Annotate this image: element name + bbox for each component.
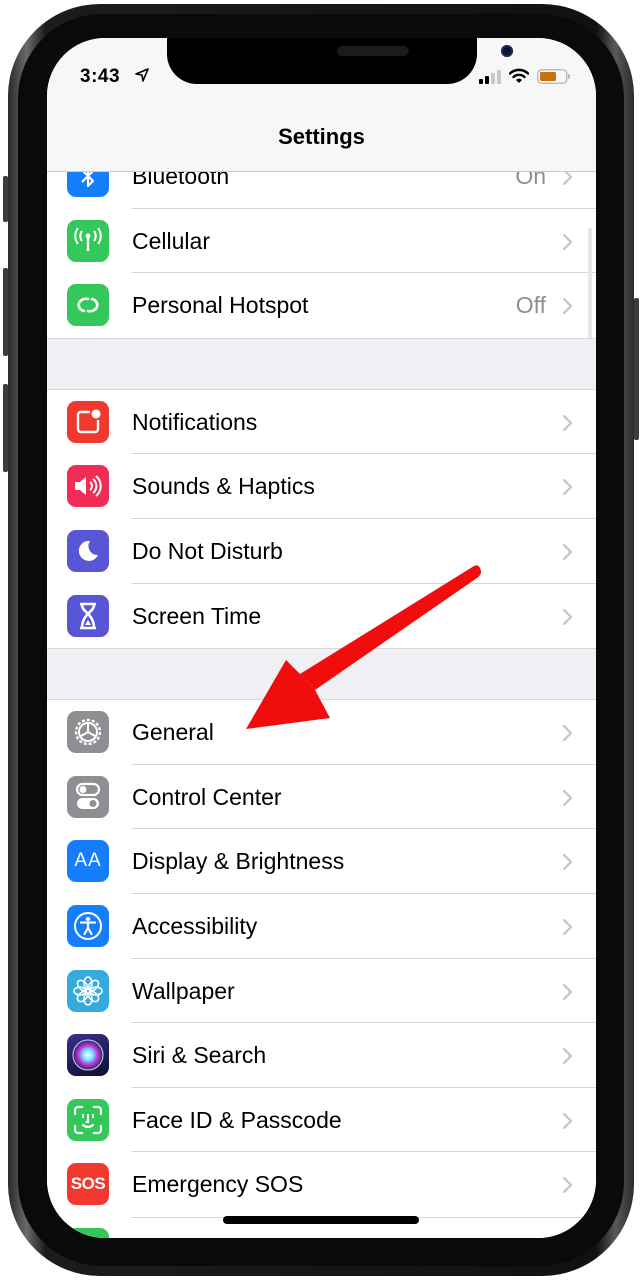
chevron-right-icon bbox=[562, 608, 573, 625]
settings-row-accessibility[interactable]: Accessibility bbox=[47, 894, 596, 959]
row-label: Personal Hotspot bbox=[132, 292, 309, 319]
flower-icon bbox=[67, 969, 109, 1012]
row-label: Screen Time bbox=[132, 602, 262, 629]
settings-row-do-not-disturb[interactable]: Do Not Disturb bbox=[47, 519, 596, 584]
row-label: Siri & Search bbox=[132, 1042, 267, 1069]
settings-row-notifications[interactable]: Notifications bbox=[47, 389, 596, 455]
row-label: Face ID & Passcode bbox=[132, 1106, 342, 1133]
settings-row-screen-time[interactable]: Screen Time bbox=[47, 583, 596, 649]
gear-icon bbox=[67, 711, 109, 754]
settings-row-general[interactable]: General bbox=[47, 700, 596, 765]
row-label: Display & Brightness bbox=[132, 848, 345, 875]
chevron-right-icon bbox=[562, 1177, 573, 1194]
front-camera bbox=[501, 45, 513, 57]
icon-glyph: SOS bbox=[70, 1174, 106, 1194]
chevron-right-icon bbox=[562, 233, 573, 250]
accessibility-icon bbox=[67, 905, 109, 947]
toggles-icon bbox=[67, 775, 109, 818]
speaker-icon bbox=[67, 465, 109, 508]
row-label: Emergency SOS bbox=[132, 1171, 304, 1198]
sos-icon: SOS bbox=[67, 1163, 109, 1206]
location-arrow-icon bbox=[135, 68, 149, 82]
chevron-right-icon bbox=[562, 983, 573, 1000]
nav-bar-divider bbox=[47, 171, 596, 172]
settings-row-face-id-and-passcode[interactable]: Face ID & Passcode bbox=[47, 1087, 596, 1153]
chevron-right-icon bbox=[562, 543, 573, 561]
row-label: Sounds & Haptics bbox=[132, 473, 315, 500]
battery-icon bbox=[537, 69, 570, 84]
side-button bbox=[634, 298, 639, 440]
row-value: Off bbox=[515, 292, 546, 319]
cellular-signal-icon bbox=[479, 70, 501, 84]
text-size-icon: AA bbox=[67, 840, 109, 883]
earpiece bbox=[337, 46, 409, 56]
chevron-right-icon bbox=[562, 918, 573, 936]
row-label: Notifications bbox=[132, 408, 258, 435]
volume-down-button bbox=[3, 384, 8, 472]
row-label: General bbox=[132, 719, 214, 746]
chevron-right-icon bbox=[562, 725, 573, 742]
cellular-antenna-icon bbox=[67, 219, 109, 262]
volume-up-button bbox=[3, 268, 8, 356]
notch bbox=[167, 38, 513, 84]
settings-row-cellular[interactable]: Cellular bbox=[47, 208, 596, 274]
settings-row-control-center[interactable]: Control Center bbox=[47, 764, 596, 830]
settings-row-sounds-and-haptics[interactable]: Sounds & Haptics bbox=[47, 454, 596, 519]
chevron-right-icon bbox=[562, 854, 573, 871]
row-label: Do Not Disturb bbox=[132, 538, 283, 564]
moon-icon bbox=[67, 530, 109, 572]
chevron-right-icon bbox=[562, 1112, 573, 1129]
icon-glyph: AA bbox=[74, 850, 102, 872]
chevron-right-icon bbox=[562, 414, 573, 431]
settings-row-display-and-brightness[interactable]: AA Display & Brightness bbox=[47, 829, 596, 894]
row-label: Accessibility bbox=[132, 913, 258, 939]
home-indicator[interactable] bbox=[223, 1216, 419, 1224]
siri-icon bbox=[67, 1034, 109, 1077]
screen: Bluetooth On Cellular Personal Hotspot Off No… bbox=[47, 38, 596, 1238]
settings-row-emergency-sos[interactable]: SOS Emergency SOS bbox=[47, 1152, 596, 1217]
row-label: Control Center bbox=[132, 783, 282, 810]
settings-row-personal-hotspot[interactable]: Personal Hotspot Off bbox=[47, 273, 596, 338]
chevron-right-icon bbox=[562, 1048, 573, 1065]
wifi-icon bbox=[509, 68, 529, 83]
section-separator bbox=[47, 648, 596, 701]
hotspot-link-icon bbox=[67, 284, 109, 327]
chevron-right-icon bbox=[562, 298, 573, 315]
app-icon bbox=[67, 1228, 109, 1238]
row-label: Cellular bbox=[132, 227, 210, 254]
face-id-icon bbox=[67, 1098, 109, 1141]
notifications-icon bbox=[67, 400, 109, 443]
settings-row-siri-and-search[interactable]: Siri & Search bbox=[47, 1023, 596, 1088]
hourglass-icon bbox=[67, 594, 109, 637]
settings-row-wallpaper[interactable]: Wallpaper bbox=[47, 958, 596, 1024]
status-time: 3:43 bbox=[80, 66, 121, 87]
chevron-right-icon bbox=[562, 479, 573, 496]
section-separator bbox=[47, 337, 596, 390]
row-label: Wallpaper bbox=[132, 977, 235, 1004]
page-title: Settings bbox=[278, 124, 365, 149]
chevron-right-icon bbox=[562, 789, 573, 806]
mute-switch bbox=[3, 176, 8, 222]
